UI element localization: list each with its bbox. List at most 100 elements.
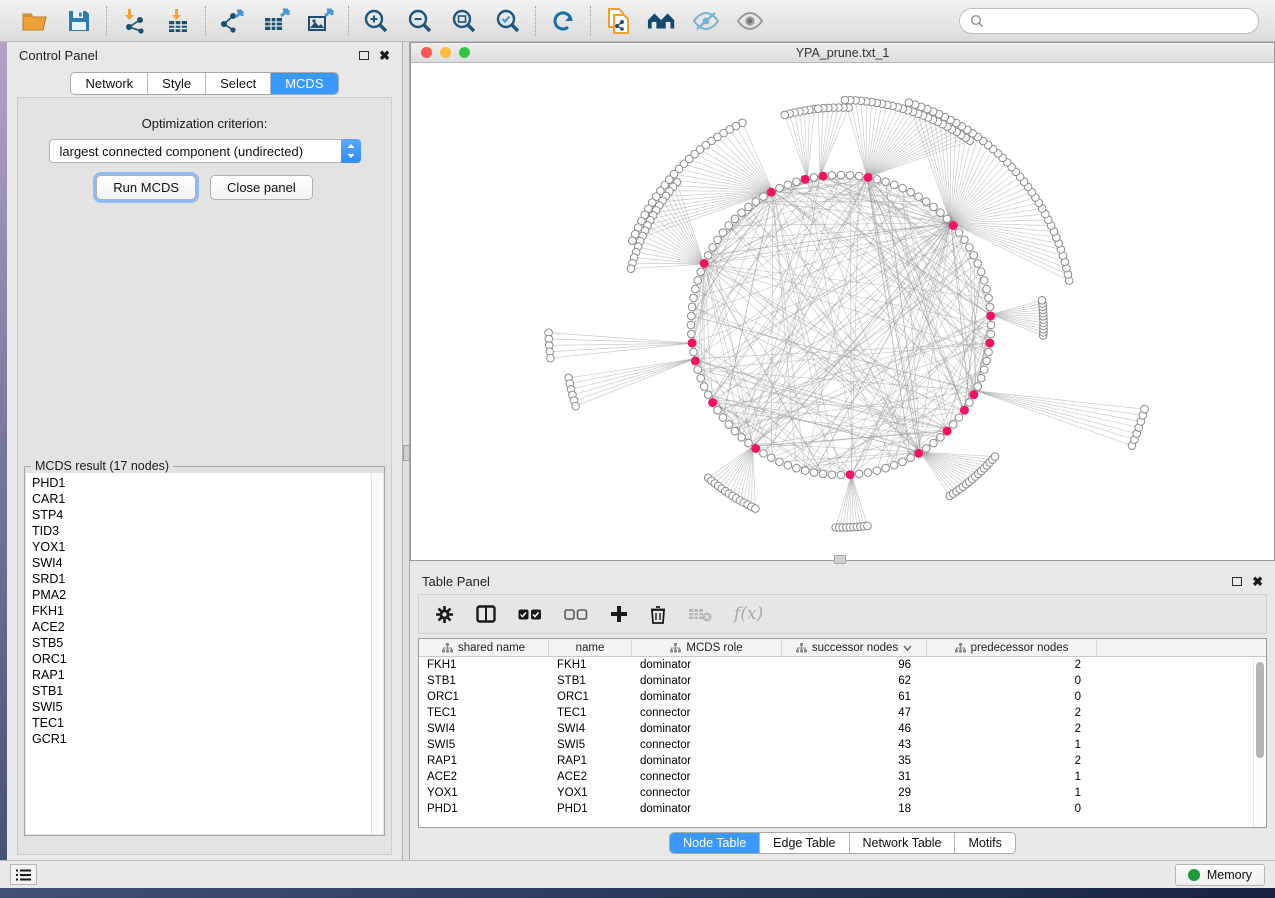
mcds-list-item[interactable]: YOX1 bbox=[32, 539, 371, 555]
ring-node[interactable] bbox=[784, 181, 792, 189]
memory-button[interactable]: Memory bbox=[1175, 864, 1265, 886]
import-network-button[interactable] bbox=[119, 6, 149, 36]
ring-node[interactable] bbox=[980, 366, 988, 374]
ring-node[interactable] bbox=[983, 357, 991, 365]
column-header-MCDS-role[interactable]: MCDS role bbox=[632, 639, 782, 656]
ring-node[interactable] bbox=[767, 454, 775, 462]
ring-node[interactable] bbox=[738, 209, 746, 217]
table-row[interactable]: SWI4SWI4dominator462 bbox=[419, 721, 1266, 737]
ring-node[interactable] bbox=[899, 184, 907, 192]
mcds-list-scrollbar[interactable] bbox=[371, 473, 383, 834]
close-table-panel-icon[interactable]: ✖ bbox=[1252, 575, 1263, 588]
ring-node[interactable] bbox=[719, 414, 727, 422]
ring-node[interactable] bbox=[776, 458, 784, 466]
ring-node[interactable] bbox=[725, 421, 733, 429]
leaf-node[interactable] bbox=[547, 354, 555, 362]
ring-node[interactable] bbox=[687, 330, 695, 338]
ring-node[interactable] bbox=[846, 171, 854, 179]
column-header-shared-name[interactable]: shared name bbox=[419, 639, 549, 656]
leaf-node[interactable] bbox=[991, 453, 999, 461]
ring-node[interactable] bbox=[966, 244, 974, 252]
divider-handle[interactable] bbox=[834, 555, 846, 564]
leaf-node[interactable] bbox=[572, 402, 580, 410]
ring-node[interactable] bbox=[837, 471, 845, 479]
ring-node[interactable] bbox=[987, 330, 995, 338]
ring-node[interactable] bbox=[687, 312, 695, 320]
ring-node[interactable] bbox=[930, 439, 938, 447]
mcds-hub-node[interactable] bbox=[767, 188, 776, 197]
ring-node[interactable] bbox=[977, 268, 985, 276]
ring-node[interactable] bbox=[793, 464, 801, 472]
ring-node[interactable] bbox=[987, 321, 995, 329]
network-canvas[interactable] bbox=[411, 63, 1274, 560]
ring-node[interactable] bbox=[700, 383, 708, 391]
splitter-handle[interactable] bbox=[403, 445, 410, 461]
search-field[interactable] bbox=[959, 8, 1259, 34]
run-mcds-button[interactable]: Run MCDS bbox=[96, 175, 196, 200]
ring-node[interactable] bbox=[687, 321, 695, 329]
ring-node[interactable] bbox=[855, 172, 863, 180]
zoom-selected-button[interactable] bbox=[493, 6, 523, 36]
leaf-node[interactable] bbox=[841, 96, 849, 104]
ring-node[interactable] bbox=[907, 188, 915, 196]
ring-node[interactable] bbox=[810, 469, 818, 477]
ring-node[interactable] bbox=[882, 178, 890, 186]
deselect-all-rows-button[interactable] bbox=[564, 609, 588, 620]
ring-node[interactable] bbox=[937, 433, 945, 441]
tab-network[interactable]: Network bbox=[71, 73, 148, 94]
ring-node[interactable] bbox=[692, 285, 700, 293]
save-session-button[interactable] bbox=[64, 6, 94, 36]
ring-node[interactable] bbox=[688, 303, 696, 311]
mcds-list-item[interactable]: STB5 bbox=[32, 635, 371, 651]
ring-node[interactable] bbox=[890, 181, 898, 189]
ring-node[interactable] bbox=[899, 458, 907, 466]
search-input[interactable] bbox=[990, 14, 1248, 28]
ring-node[interactable] bbox=[760, 193, 768, 201]
ring-node[interactable] bbox=[704, 391, 712, 399]
mcds-list-item[interactable]: TEC1 bbox=[32, 715, 371, 731]
ring-node[interactable] bbox=[873, 176, 881, 184]
import-table-button[interactable] bbox=[163, 6, 193, 36]
zoom-fit-button[interactable] bbox=[449, 6, 479, 36]
ring-node[interactable] bbox=[694, 277, 702, 285]
leaf-node[interactable] bbox=[781, 111, 789, 119]
mcds-list-item[interactable]: STP4 bbox=[32, 507, 371, 523]
mcds-hub-node[interactable] bbox=[688, 339, 697, 348]
leaf-node[interactable] bbox=[752, 505, 760, 513]
mcds-hub-node[interactable] bbox=[818, 172, 827, 181]
ring-node[interactable] bbox=[955, 414, 963, 422]
export-image-button[interactable] bbox=[306, 6, 336, 36]
table-row[interactable]: ORC1ORC1dominator610 bbox=[419, 689, 1266, 705]
close-panel-icon[interactable]: ✖ bbox=[379, 49, 390, 62]
ring-node[interactable] bbox=[837, 171, 845, 179]
ring-node[interactable] bbox=[776, 184, 784, 192]
ring-node[interactable] bbox=[949, 421, 957, 429]
optimization-criterion-select[interactable]: largest connected component (undirected) bbox=[49, 139, 361, 163]
ring-node[interactable] bbox=[760, 450, 768, 458]
ring-node[interactable] bbox=[882, 464, 890, 472]
ring-node[interactable] bbox=[922, 198, 930, 206]
leaf-node[interactable] bbox=[864, 522, 872, 530]
tab-edge-table[interactable]: Edge Table bbox=[760, 833, 849, 853]
ring-node[interactable] bbox=[961, 236, 969, 244]
mcds-list-item[interactable]: SWI4 bbox=[32, 555, 371, 571]
float-panel-icon[interactable] bbox=[359, 51, 369, 60]
table-scrollbar[interactable] bbox=[1253, 658, 1266, 827]
ring-node[interactable] bbox=[980, 277, 988, 285]
column-header-predecessor-nodes[interactable]: predecessor nodes bbox=[927, 639, 1097, 656]
horizontal-divider[interactable] bbox=[410, 561, 1275, 568]
leaf-node[interactable] bbox=[629, 237, 637, 245]
column-header-name[interactable]: name bbox=[549, 639, 632, 656]
ring-node[interactable] bbox=[704, 251, 712, 259]
ring-node[interactable] bbox=[828, 171, 836, 179]
mcds-hub-node[interactable] bbox=[943, 427, 952, 436]
mcds-list-item[interactable]: TID3 bbox=[32, 523, 371, 539]
ring-node[interactable] bbox=[855, 470, 863, 478]
ring-node[interactable] bbox=[714, 236, 722, 244]
mcds-hub-node[interactable] bbox=[846, 470, 855, 479]
ring-node[interactable] bbox=[977, 374, 985, 382]
ring-node[interactable] bbox=[719, 229, 727, 237]
table-row[interactable]: RAP1RAP1dominator352 bbox=[419, 753, 1266, 769]
export-table-button[interactable] bbox=[262, 6, 292, 36]
export-network-button[interactable] bbox=[218, 6, 248, 36]
